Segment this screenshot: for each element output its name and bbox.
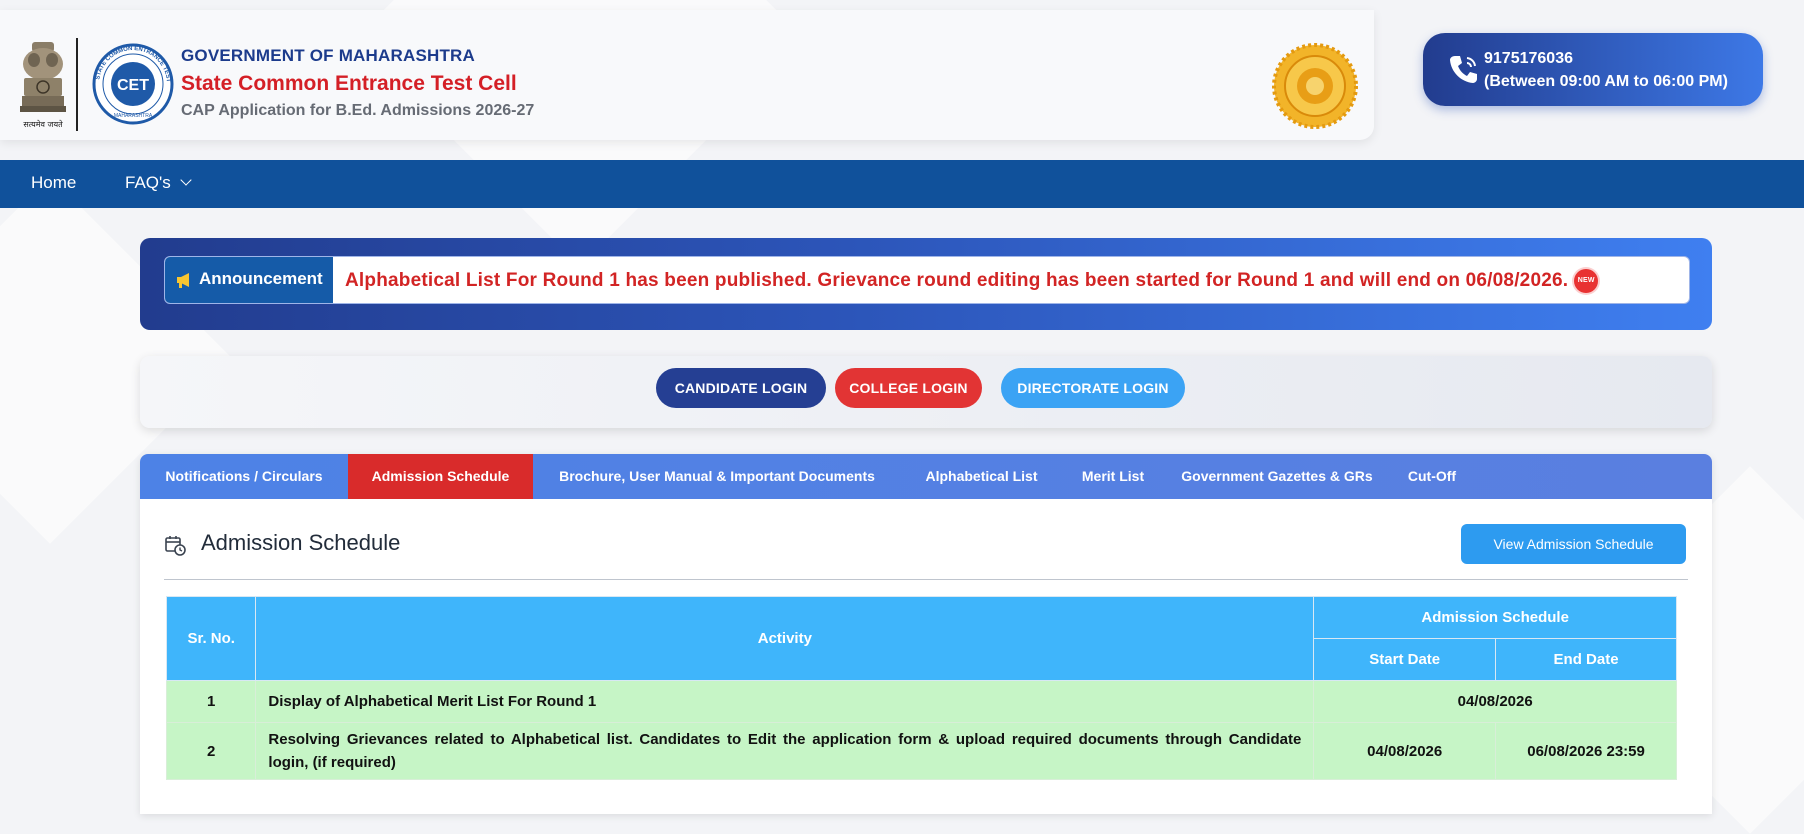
header-activity: Activity [255,596,1315,681]
tab-merit-list[interactable]: Merit List [1062,454,1164,499]
section-title: Admission Schedule [201,530,401,555]
college-login-button[interactable]: COLLEGE LOGIN [835,368,982,408]
section-divider [164,579,1688,580]
tab-alphabetical-list[interactable]: Alphabetical List [901,454,1062,499]
row-activity: Resolving Grievances related to Alphabet… [255,722,1315,780]
maharashtra-seal-icon [1272,43,1358,129]
calendar-clock-icon [165,536,186,556]
nav-faqs[interactable]: FAQ's [125,173,192,193]
candidate-login-button[interactable]: CANDIDATE LOGIN [656,368,826,408]
login-panel: CANDIDATE LOGIN COLLEGE LOGIN DIRECTORAT… [140,356,1712,428]
announcement-banner: Announcement Alphabetical List For Round… [140,238,1712,330]
nav-home[interactable]: Home [31,173,76,193]
svg-text:सत्यमेव जयते: सत्यमेव जयते [23,119,63,129]
helpline-hours: (Between 09:00 AM to 06:00 PM) [1484,73,1728,90]
header-admission-schedule: Admission Schedule [1313,596,1677,639]
svg-text:CET: CET [117,77,149,94]
megaphone-icon [177,273,189,288]
announcement-label-text: Announcement [199,269,323,288]
table-row: 1 Display of Alphabetical Merit List For… [165,680,1677,723]
tab-bar: Notifications / Circulars Admission Sche… [140,454,1712,499]
helpline-number: 9175176036 [1484,50,1573,67]
chevron-down-icon [180,174,192,186]
row-sr-no: 1 [165,680,257,723]
tab-admission-schedule[interactable]: Admission Schedule [348,454,533,499]
site-header: सत्यमेव जयते STATE COMMON ENTRANCE TEST … [0,10,1374,140]
row-activity: Display of Alphabetical Merit List For R… [255,680,1315,723]
header-start-date: Start Date [1313,638,1497,681]
row-date: 04/08/2026 [1313,680,1677,723]
row-start-date: 04/08/2026 [1313,722,1497,780]
svg-text:MAHARASHTRA: MAHARASHTRA [114,113,153,119]
announcement-text[interactable]: Alphabetical List For Round 1 has been p… [345,269,1599,293]
table-row: 2 Resolving Grievances related to Alphab… [165,722,1677,780]
announcement-ticker: Announcement Alphabetical List For Round… [164,256,1690,304]
organization-name: State Common Entrance Test Cell [181,72,517,95]
content-panel: Notifications / Circulars Admission Sche… [140,454,1712,814]
announcement-message: Alphabetical List For Round 1 has been p… [345,270,1569,292]
header-end-date: End Date [1495,638,1677,681]
tab-cut-off[interactable]: Cut-Off [1390,454,1474,499]
helpline-box: 9175176036 (Between 09:00 AM to 06:00 PM… [1423,33,1763,106]
admission-schedule-table: Sr. No. Activity Admission Schedule Star… [165,596,1677,780]
header-sr-no: Sr. No. [165,596,257,681]
nav-faqs-label: FAQ's [125,173,171,192]
row-end-date: 06/08/2026 23:59 [1495,722,1677,780]
new-badge: NEW [1574,269,1599,293]
cet-logo-icon: STATE COMMON ENTRANCE TEST CELL CET MAHA… [92,43,174,125]
national-emblem-icon: सत्यमेव जयते [20,42,66,129]
row-sr-no: 2 [165,722,257,780]
view-admission-schedule-button[interactable]: View Admission Schedule [1461,524,1686,564]
government-title: GOVERNMENT OF MAHARASHTRA [181,46,475,65]
announcement-label: Announcement [165,257,333,303]
tab-government-gazettes[interactable]: Government Gazettes & GRs [1164,454,1390,499]
directorate-login-button[interactable]: DIRECTORATE LOGIN [1001,368,1185,408]
tab-notifications[interactable]: Notifications / Circulars [140,454,348,499]
main-nav: Home FAQ's [0,160,1804,208]
header-divider [76,38,78,131]
tab-brochure[interactable]: Brochure, User Manual & Important Docume… [533,454,901,499]
application-title: CAP Application for B.Ed. Admissions 202… [181,102,535,119]
phone-icon [1450,56,1477,83]
